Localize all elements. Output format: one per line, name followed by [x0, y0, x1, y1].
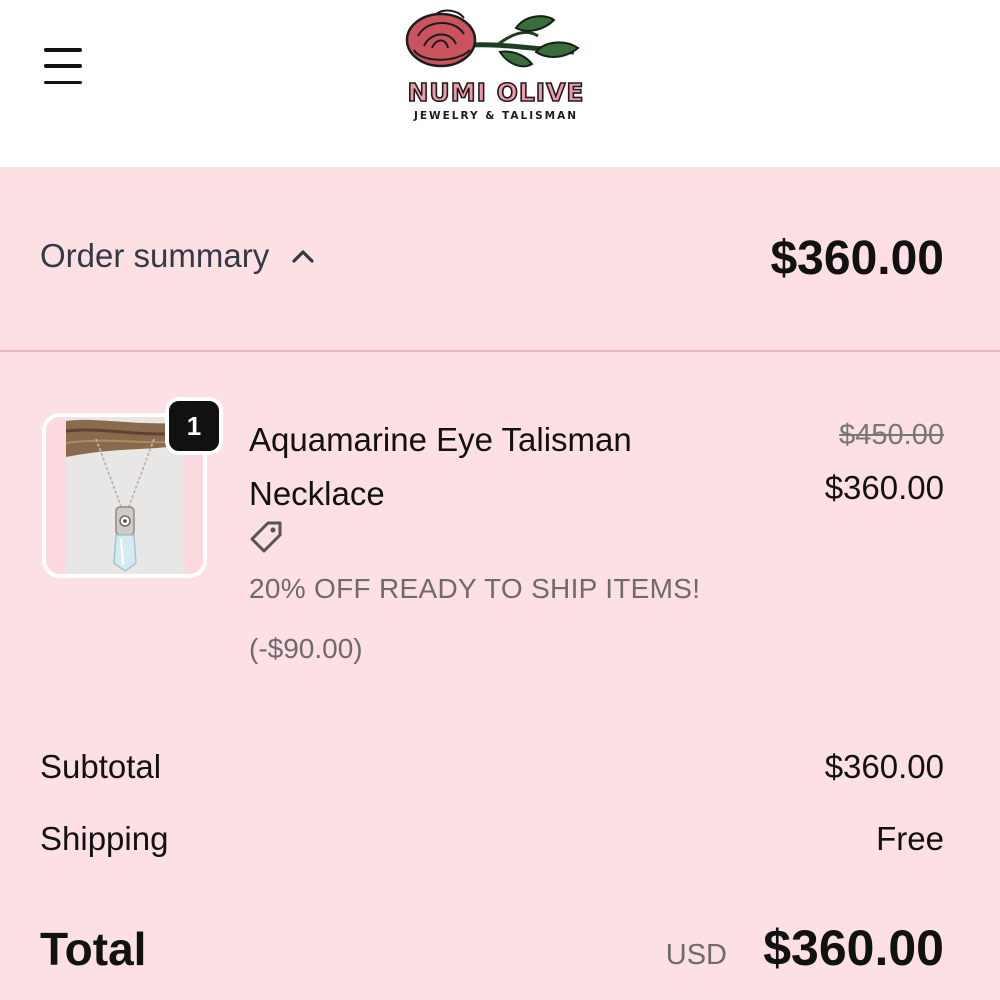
order-summary-total: $360.00: [770, 232, 944, 285]
order-summary-toggle[interactable]: Order summary: [40, 237, 315, 275]
quantity-badge: 1: [165, 397, 223, 455]
subtotal-value: $360.00: [824, 748, 944, 785]
logo-subtitle: JEWELRY & TALISMAN: [413, 110, 579, 122]
total-label: Total: [40, 923, 147, 975]
original-price: $450.00: [839, 419, 944, 451]
currency-code: USD: [665, 939, 727, 971]
discount-label: 20% OFF READY TO SHIP ITEMS!: [249, 573, 701, 604]
order-summary-panel: Order summary $360.00 1 Aquamarine Eye T…: [0, 167, 1000, 1000]
total-value: $360.00: [763, 920, 944, 976]
order-summary-bar: Order summary $360.00: [0, 167, 1000, 352]
shipping-label: Shipping: [40, 820, 169, 857]
hamburger-menu-icon[interactable]: [44, 48, 82, 84]
shipping-value: Free: [876, 820, 944, 857]
site-header: NUMI OLIVE JEWELRY & TALISMAN: [0, 0, 1000, 167]
discount-amount: (-$90.00): [249, 633, 363, 664]
logo-wordmark: NUMI OLIVE: [407, 77, 585, 108]
discounted-price: $360.00: [824, 469, 944, 506]
rose-icon: [405, 9, 580, 68]
subtotal-label: Subtotal: [40, 748, 162, 785]
product-name: Aquamarine Eye Talisman Necklace: [249, 421, 632, 512]
order-summary-label: Order summary: [40, 237, 270, 274]
brand-logo[interactable]: NUMI OLIVE JEWELRY & TALISMAN: [396, 6, 596, 126]
tag-icon: [250, 521, 282, 553]
chevron-up-icon: [292, 250, 314, 263]
